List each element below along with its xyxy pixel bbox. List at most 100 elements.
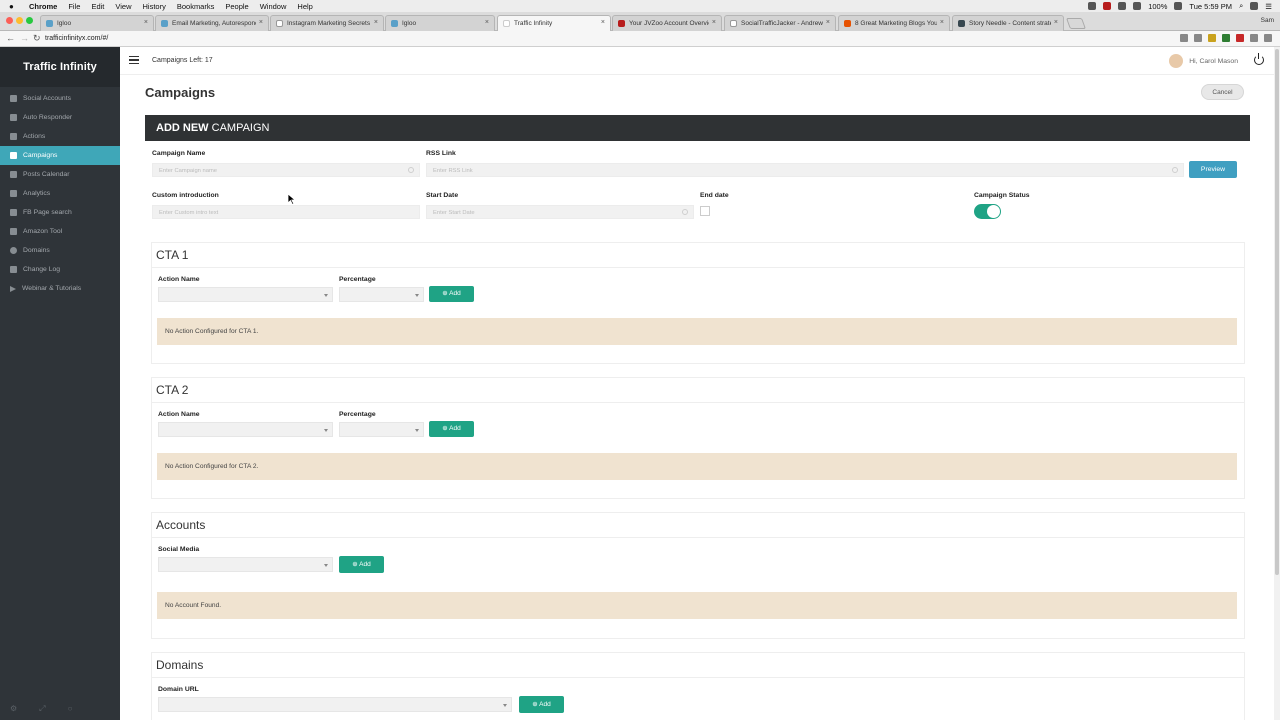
tab-close-icon[interactable]: × bbox=[374, 19, 378, 26]
sidebar-item-amazon-tool[interactable]: Amazon Tool bbox=[0, 222, 120, 241]
cta2-action-select[interactable] bbox=[158, 422, 333, 437]
igloo-favicon-icon bbox=[46, 20, 53, 27]
cta1-action-select[interactable] bbox=[158, 287, 333, 302]
lock-icon[interactable]: ○ bbox=[68, 704, 73, 714]
menu-history[interactable]: History bbox=[143, 2, 166, 11]
airplay-icon[interactable] bbox=[1133, 2, 1142, 10]
browser-profile-name[interactable]: Sam bbox=[1261, 17, 1274, 24]
spotlight-icon[interactable]: ⌕ bbox=[1239, 1, 1243, 11]
percentage-label: Percentage bbox=[339, 276, 376, 283]
bookmark-filter-icon[interactable] bbox=[1180, 34, 1188, 42]
extension-gray-icon[interactable] bbox=[1250, 34, 1258, 42]
bookmark-star-icon[interactable] bbox=[1194, 34, 1202, 42]
status-app-icon[interactable] bbox=[1103, 2, 1112, 10]
browser-tab[interactable]: Email Marketing, Autorespond × bbox=[155, 15, 269, 31]
app-logo[interactable]: Traffic Infinity bbox=[0, 47, 120, 87]
flag-icon[interactable] bbox=[1174, 2, 1183, 10]
url-field[interactable]: trafficinfinityx.com/#/ bbox=[45, 33, 108, 44]
settings-gear-icon[interactable]: ⚙ bbox=[10, 704, 17, 714]
browser-tab[interactable]: Igloo × bbox=[385, 15, 495, 31]
tab-close-icon[interactable]: × bbox=[712, 19, 716, 26]
campaign-status-toggle[interactable] bbox=[974, 204, 1001, 219]
sidebar-item-domains[interactable]: Domains bbox=[0, 241, 120, 260]
cancel-button[interactable]: Cancel bbox=[1201, 84, 1244, 100]
campaigns-left-counter: Campaigns Left: 17 bbox=[152, 57, 213, 64]
social-media-select[interactable] bbox=[158, 557, 333, 572]
domains-add-button[interactable]: ⊕ Add bbox=[519, 696, 564, 713]
window-minimize-button[interactable] bbox=[16, 17, 23, 24]
sidebar-item-campaigns[interactable]: Campaigns bbox=[0, 146, 120, 165]
page-scrollbar[interactable] bbox=[1274, 47, 1280, 720]
cta1-percentage-select[interactable] bbox=[339, 287, 424, 302]
sidebar-item-webinar-tutorials[interactable]: Webinar & Tutorials bbox=[0, 279, 120, 298]
notification-center-icon[interactable]: ☰ bbox=[1265, 2, 1272, 11]
cta1-add-button[interactable]: ⊕ Add bbox=[429, 286, 474, 302]
menubar-clock[interactable]: Tue 5:59 PM bbox=[1189, 2, 1232, 11]
start-date-input[interactable]: Enter Start Date bbox=[426, 205, 694, 219]
browser-tab[interactable]: 8 Great Marketing Blogs You × bbox=[838, 15, 950, 31]
forward-arrow-icon[interactable]: → bbox=[20, 33, 29, 43]
reload-icon[interactable]: ↻ bbox=[33, 33, 41, 44]
extension-lock-icon[interactable] bbox=[1208, 34, 1216, 42]
sidebar-item-auto-responder[interactable]: Auto Responder bbox=[0, 108, 120, 127]
accounts-add-button[interactable]: ⊕ Add bbox=[339, 556, 384, 573]
chrome-menu-icon[interactable] bbox=[1264, 34, 1272, 42]
siri-icon[interactable] bbox=[1250, 2, 1259, 10]
power-logout-icon[interactable] bbox=[1254, 53, 1264, 65]
tab-close-icon[interactable]: × bbox=[826, 19, 830, 26]
menu-app-name[interactable]: Chrome bbox=[29, 2, 57, 11]
browser-tab[interactable]: Instagram Marketing Secrets × bbox=[270, 15, 384, 31]
new-tab-button[interactable] bbox=[1065, 18, 1087, 29]
tab-close-icon[interactable]: × bbox=[259, 19, 263, 26]
sidebar-item-change-log[interactable]: Change Log bbox=[0, 260, 120, 279]
extension-pen-icon[interactable] bbox=[1222, 34, 1230, 42]
browser-tab[interactable]: SocialTrafficJacker - Andrew × bbox=[724, 15, 836, 31]
dropbox-icon[interactable] bbox=[1088, 2, 1097, 10]
back-arrow-icon[interactable]: ← bbox=[6, 33, 15, 43]
tab-close-icon[interactable]: × bbox=[940, 19, 944, 26]
sidebar-item-label: Campaigns bbox=[23, 152, 58, 159]
browser-tab[interactable]: Your JVZoo Account Overview × bbox=[612, 15, 722, 31]
sidebar-item-posts-calendar[interactable]: Posts Calendar bbox=[0, 165, 120, 184]
tab-close-icon[interactable]: × bbox=[144, 19, 148, 26]
sidebar-item-actions[interactable]: Actions bbox=[0, 127, 120, 146]
menu-help[interactable]: Help bbox=[297, 2, 312, 11]
window-close-button[interactable] bbox=[6, 17, 13, 24]
cta2-add-button[interactable]: ⊕ Add bbox=[429, 421, 474, 437]
avatar[interactable] bbox=[1169, 54, 1184, 68]
browser-tab[interactable]: Igloo × bbox=[40, 15, 154, 31]
tab-close-icon[interactable]: × bbox=[485, 19, 489, 26]
apple-icon[interactable]: ● bbox=[9, 2, 19, 11]
cta2-percentage-select[interactable] bbox=[339, 422, 424, 437]
sidebar-item-fb-page-search[interactable]: FB Page search bbox=[0, 203, 120, 222]
menu-edit[interactable]: Edit bbox=[91, 2, 104, 11]
extension-red-icon[interactable] bbox=[1236, 34, 1244, 42]
browser-tab-active[interactable]: Traffic Infinity × bbox=[497, 15, 611, 32]
menu-view[interactable]: View bbox=[115, 2, 131, 11]
domain-url-select[interactable] bbox=[158, 697, 512, 712]
tab-close-icon[interactable]: × bbox=[1054, 19, 1058, 26]
sidebar-item-social-accounts[interactable]: Social Accounts bbox=[0, 89, 120, 108]
browser-tab[interactable]: Story Needle - Content strate × bbox=[952, 15, 1064, 31]
menu-file[interactable]: File bbox=[68, 2, 80, 11]
end-date-checkbox[interactable] bbox=[700, 206, 710, 216]
hamburger-menu-icon[interactable] bbox=[129, 56, 139, 64]
sidebar-item-analytics[interactable]: Analytics bbox=[0, 184, 120, 203]
tab-close-icon[interactable]: × bbox=[601, 19, 605, 26]
favicon-icon bbox=[161, 20, 168, 27]
rss-link-input[interactable]: Enter RSS Link bbox=[426, 163, 1184, 177]
menu-window[interactable]: Window bbox=[260, 2, 287, 11]
user-greeting[interactable]: Hi, Carol Mason bbox=[1189, 58, 1238, 65]
menu-people[interactable]: People bbox=[225, 2, 248, 11]
fullscreen-icon[interactable]: ⤢ bbox=[39, 704, 45, 714]
sidebar-item-label: Actions bbox=[23, 133, 46, 140]
campaign-name-input[interactable]: Enter Campaign name bbox=[152, 163, 420, 177]
tab-label: Instagram Marketing Secrets bbox=[287, 20, 371, 27]
custom-intro-input[interactable]: Enter Custom intro text bbox=[152, 205, 420, 219]
user-menu[interactable]: Hi, Carol Mason bbox=[1169, 54, 1238, 68]
preview-button[interactable]: Preview bbox=[1189, 161, 1237, 178]
scrollbar-thumb[interactable] bbox=[1275, 49, 1279, 575]
menu-bookmarks[interactable]: Bookmarks bbox=[177, 2, 215, 11]
sync-icon[interactable] bbox=[1118, 2, 1127, 10]
window-zoom-button[interactable] bbox=[26, 17, 33, 24]
